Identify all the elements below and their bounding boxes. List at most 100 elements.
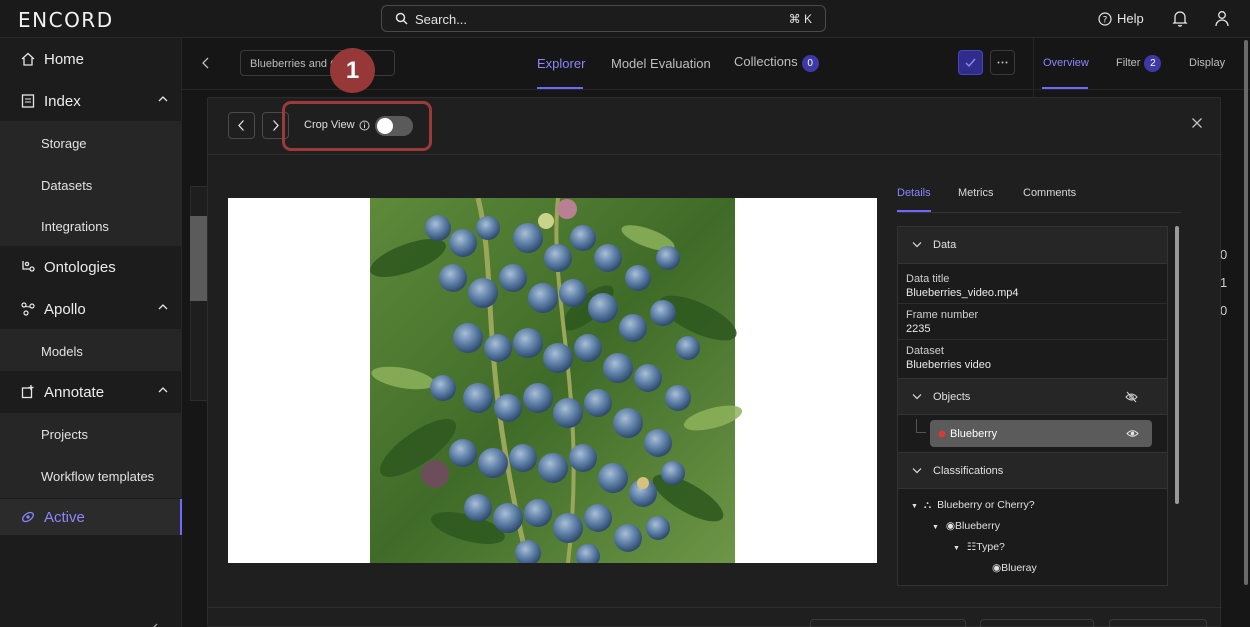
data-title-label: Data title [906, 273, 950, 285]
filter-count-badge: 2 [1144, 55, 1162, 72]
chevron-up-icon[interactable] [158, 303, 168, 311]
active-tab-indicator [897, 210, 931, 212]
sidebar-item-index[interactable]: Index [0, 81, 182, 121]
sidebar-item-apollo[interactable]: Apollo [0, 289, 182, 329]
field-divider [898, 303, 1167, 304]
branch-icon: ⛬ [923, 499, 932, 511]
eye-icon[interactable] [1126, 428, 1139, 439]
chevron-down-icon [912, 468, 922, 474]
sidebar-label: Active [44, 508, 85, 526]
user-icon[interactable] [1214, 10, 1230, 27]
item-detail-modal: Crop View Details Metrics Comments Data … [207, 97, 1222, 627]
radio-icon: ◉ [945, 520, 956, 532]
blueberries-image [228, 197, 877, 568]
search-shortcut: ⌘ K [788, 12, 812, 26]
sidebar-item-ontologies[interactable]: Ontologies [0, 247, 182, 287]
classification-tree-item[interactable]: ▼ ⛬ Blueberry or Cherry? [911, 499, 1035, 512]
tab-details[interactable]: Details [897, 187, 931, 199]
modal-header: Crop View [208, 98, 1222, 155]
frame-number-label: Frame number [906, 309, 979, 321]
chevron-left-icon[interactable] [201, 57, 210, 69]
bell-icon[interactable] [1172, 10, 1188, 27]
close-icon[interactable] [1191, 117, 1203, 129]
check-icon [965, 58, 976, 68]
chevron-up-icon[interactable] [158, 95, 168, 103]
section-title: Classifications [933, 465, 1004, 477]
tree-label: Blueberry or Cherry? [937, 499, 1035, 511]
active-tab-indicator [537, 87, 583, 89]
sidebar-item-models[interactable]: Models [41, 344, 83, 359]
more-options-button[interactable] [990, 50, 1015, 75]
global-search[interactable]: Search... ⌘ K [381, 5, 826, 32]
tab-label: Collections [734, 54, 798, 69]
tab-overview[interactable]: Overview [1043, 57, 1089, 69]
tree-label: Type? [976, 541, 1005, 553]
select-all-button[interactable] [958, 50, 983, 75]
active-icon [22, 511, 34, 523]
search-placeholder: Search... [415, 12, 468, 27]
data-section-header[interactable]: Data [898, 227, 1167, 264]
dataset-value: Blueberries video [906, 359, 991, 371]
tree-label: Blueray [1001, 562, 1037, 574]
section-title: Objects [933, 391, 971, 403]
sidebar-item-integrations[interactable]: Integrations [41, 219, 109, 234]
sidebar: Home Index Storage Datasets Integrations… [0, 38, 182, 627]
index-submenu: Storage Datasets Integrations [0, 121, 182, 246]
classification-tree-item[interactable]: ◉Blueray [992, 562, 1037, 574]
caret-down-icon: ▼ [953, 545, 960, 552]
encord-logo[interactable]: ENCORD [18, 8, 114, 32]
image-viewer[interactable] [228, 197, 877, 568]
tab-explorer[interactable]: Explorer [537, 56, 585, 71]
highlight-box [282, 101, 432, 151]
annotate-submenu: Projects Workflow templates [0, 413, 182, 498]
tabs-divider [897, 212, 1181, 213]
tab-label: Filter [1116, 57, 1141, 69]
tab-metrics[interactable]: Metrics [958, 187, 993, 199]
modal-footer-divider [208, 607, 1222, 608]
sidebar-item-workflow-templates[interactable]: Workflow templates [41, 469, 154, 484]
sidebar-label: Index [44, 92, 81, 110]
classification-tree-item[interactable]: ▼ ☷Type? [953, 541, 1005, 553]
tab-display[interactable]: Display [1189, 57, 1225, 69]
sidebar-item-datasets[interactable]: Datasets [41, 178, 92, 193]
tab-collections[interactable]: Collections 0 [734, 54, 819, 72]
details-panel: Data Data title Blueberries_video.mp4 Fr… [897, 226, 1168, 586]
chevron-down-icon [912, 242, 922, 248]
details-scrollbar[interactable] [1175, 226, 1179, 504]
help-label: Help [1117, 11, 1144, 26]
previous-button[interactable] [228, 112, 255, 139]
object-item-blueberry[interactable]: Blueberry [930, 420, 1152, 447]
background-thumbnail [190, 216, 208, 301]
sidebar-item-home[interactable]: Home [0, 39, 182, 79]
tab-model-evaluation[interactable]: Model Evaluation [611, 56, 711, 71]
footer-button[interactable] [980, 619, 1094, 627]
radio-icon: ◉ [992, 562, 1002, 574]
chevron-up-icon[interactable] [158, 386, 168, 394]
collapse-sidebar-icon[interactable] [150, 623, 160, 627]
tab-filter[interactable]: Filter 2 [1116, 55, 1162, 72]
chevron-left-icon [238, 120, 244, 131]
sidebar-item-active[interactable]: Active [0, 499, 182, 535]
objects-section-header[interactable]: Objects [898, 378, 1167, 415]
footer-button[interactable] [1109, 619, 1207, 627]
dataset-label: Dataset [906, 345, 944, 357]
classification-tree-item[interactable]: ▼ ◉Blueberry [932, 520, 1000, 532]
footer-button[interactable] [810, 619, 966, 627]
top-bar: ENCORD Search... ⌘ K ? Help [0, 0, 1250, 38]
search-icon [395, 12, 408, 25]
eye-off-icon[interactable] [1125, 391, 1138, 403]
help-button[interactable]: ? Help [1098, 11, 1144, 26]
caret-down-icon: ▼ [911, 503, 918, 510]
tree-connector [916, 419, 926, 433]
svg-text:?: ? [1103, 15, 1108, 25]
frame-number-value: 2235 [906, 323, 931, 335]
sidebar-item-projects[interactable]: Projects [41, 427, 88, 442]
tab-comments[interactable]: Comments [1023, 187, 1076, 199]
sidebar-item-annotate[interactable]: Annotate [0, 372, 182, 412]
sidebar-item-storage[interactable]: Storage [41, 136, 87, 151]
sidebar-label: Annotate [44, 383, 105, 401]
sidebar-label: Apollo [44, 300, 86, 318]
page-scrollbar[interactable] [1244, 40, 1248, 585]
classifications-section-header[interactable]: Classifications [898, 452, 1167, 489]
collections-count-badge: 0 [801, 55, 819, 72]
